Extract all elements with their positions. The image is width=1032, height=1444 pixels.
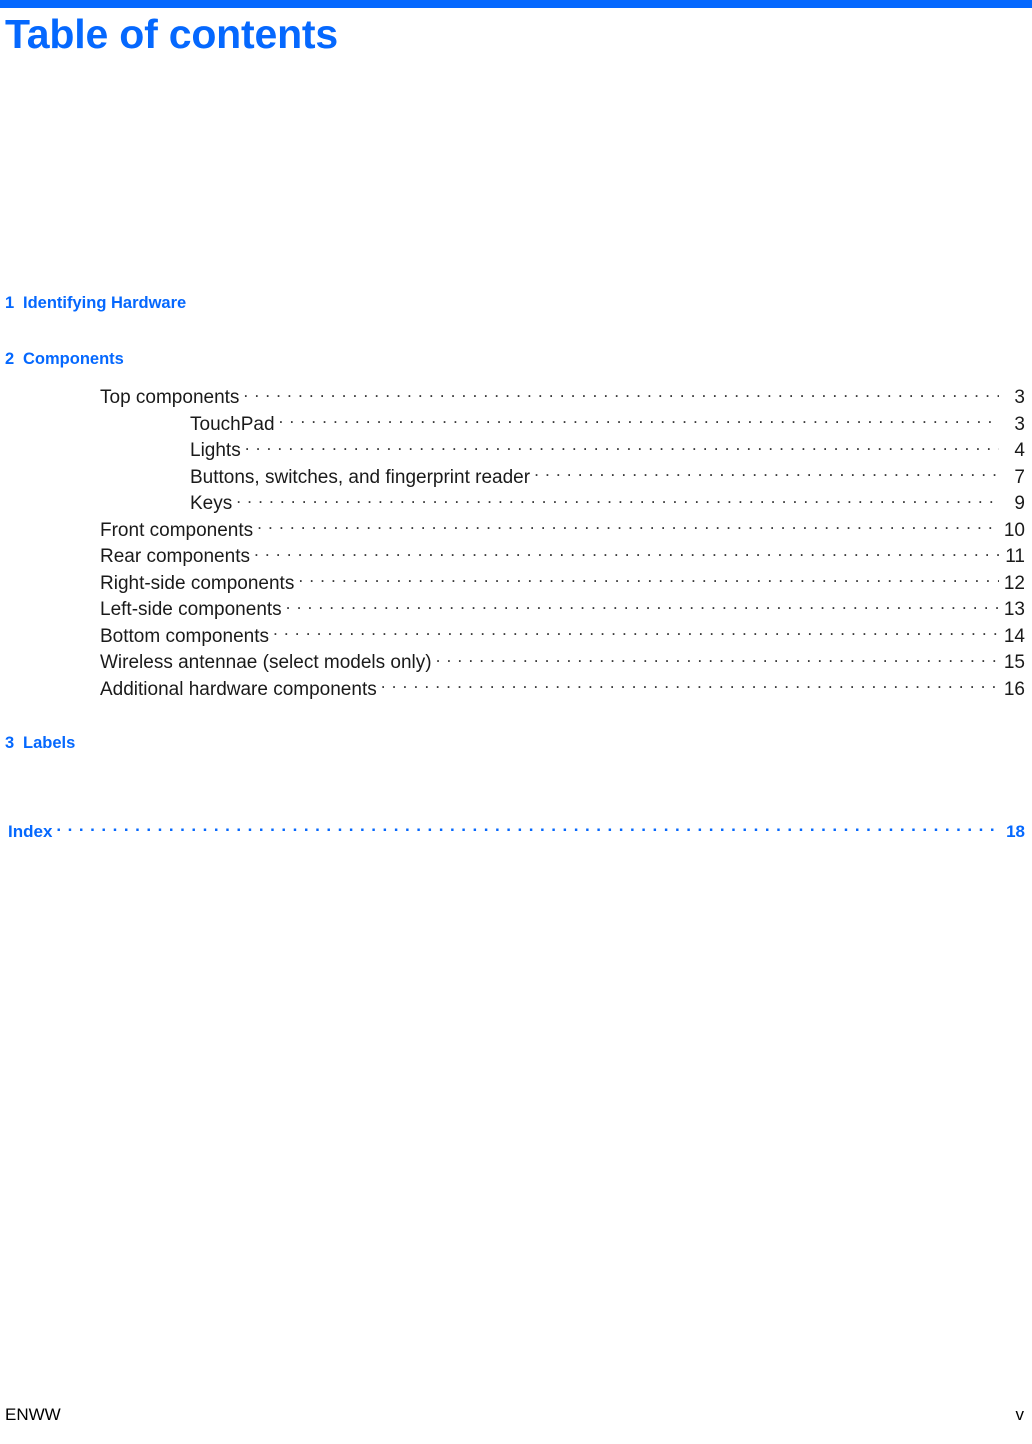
dot-leader	[286, 596, 999, 615]
toc-entry-label: Buttons, switches, and fingerprint reade…	[190, 466, 531, 488]
toc-entry[interactable]: Right-side components 12	[0, 570, 1032, 597]
toc-entry[interactable]: Rear components 11	[0, 543, 1032, 570]
toc-entry[interactable]: TouchPad 3	[0, 411, 1032, 438]
toc-entry[interactable]: Keys 9	[0, 490, 1032, 517]
toc-entry-page-number: 13	[1003, 599, 1025, 620]
footer-page-number: v	[1015, 1405, 1025, 1424]
toc-entry-page-number: 7	[1014, 466, 1025, 488]
dot-leader	[436, 649, 999, 668]
toc-entry-page-number: 11	[1005, 546, 1025, 567]
toc-entry-page-number: 3	[1014, 413, 1025, 435]
dot-leader	[245, 437, 999, 456]
toc-entry-label: Left-side components	[100, 599, 282, 620]
chapter-title: Components	[23, 350, 124, 368]
toc-entry-label: Front components	[100, 519, 254, 541]
index-label: Index	[8, 822, 53, 841]
toc-entry[interactable]: Lights 4	[0, 437, 1032, 464]
toc-entry-label: Bottom components	[100, 625, 269, 647]
toc-entry-page-number: 3	[1014, 387, 1025, 408]
toc-entry-page-number: 16	[1003, 678, 1025, 700]
toc-entry-page-number: 10	[1003, 519, 1025, 541]
toc-entry[interactable]: Bottom components 14	[0, 623, 1032, 650]
toc-chapter-heading[interactable]: 3 Labels	[0, 734, 1032, 758]
chapter-title: Identifying Hardware	[23, 294, 187, 312]
dot-leader	[254, 543, 999, 562]
toc-entry[interactable]: Top components 3	[0, 384, 1032, 411]
toc-entry-page-number: 15	[1003, 652, 1025, 673]
toc-entry[interactable]: Additional hardware components 16	[0, 676, 1032, 703]
toc-entry[interactable]: Buttons, switches, and fingerprint reade…	[0, 464, 1032, 491]
table-of-contents: 1 Identifying Hardware 2 Components Top comp…	[0, 294, 1032, 758]
toc-entry-page-number: 14	[1003, 625, 1025, 647]
dot-leader	[236, 490, 999, 509]
dot-leader	[279, 411, 999, 430]
chapter-title: Labels	[23, 734, 76, 752]
toc-entry-label: Wireless antennae (select models only)	[100, 652, 432, 673]
toc-entry-label: Lights	[190, 440, 241, 461]
dot-leader	[273, 623, 999, 642]
dot-leader	[257, 517, 999, 536]
toc-entry-label: TouchPad	[190, 413, 275, 435]
toc-chapter-heading[interactable]: 2 Components	[0, 350, 1032, 374]
chapter-number: 2	[5, 350, 15, 368]
chapter-number: 3	[5, 734, 15, 752]
dot-leader	[381, 676, 999, 695]
toc-entry-label: Rear components	[100, 546, 250, 567]
chapter-number: 1	[5, 294, 15, 312]
toc-entry[interactable]: Left-side components 13	[0, 596, 1032, 623]
toc-entry-page-number: 12	[1003, 572, 1025, 594]
toc-entry-label: Keys	[190, 493, 233, 514]
page-footer: ENWW v	[0, 1405, 1032, 1425]
index-page-number: 18	[1006, 822, 1025, 841]
page-title: Table of contents	[5, 11, 338, 57]
toc-entry-label: Top components	[100, 387, 240, 408]
dot-leader	[298, 570, 999, 589]
dot-leader	[534, 464, 999, 483]
footer-left-label: ENWW	[5, 1405, 61, 1424]
dot-leader	[243, 384, 999, 403]
top-accent-rule	[0, 0, 1032, 8]
toc-index-row[interactable]: Index 18	[0, 820, 1032, 842]
toc-entry-label: Right-side components	[100, 572, 295, 594]
toc-entry[interactable]: Front components 10	[0, 517, 1032, 544]
toc-entry[interactable]: Wireless antennae (select models only) 15	[0, 649, 1032, 676]
toc-entry-label: Additional hardware components	[100, 678, 377, 700]
toc-chapter-heading[interactable]: 1 Identifying Hardware	[0, 294, 1032, 318]
dot-leader	[56, 820, 997, 837]
toc-entry-page-number: 4	[1014, 440, 1025, 461]
toc-entry-page-number: 9	[1014, 493, 1025, 514]
